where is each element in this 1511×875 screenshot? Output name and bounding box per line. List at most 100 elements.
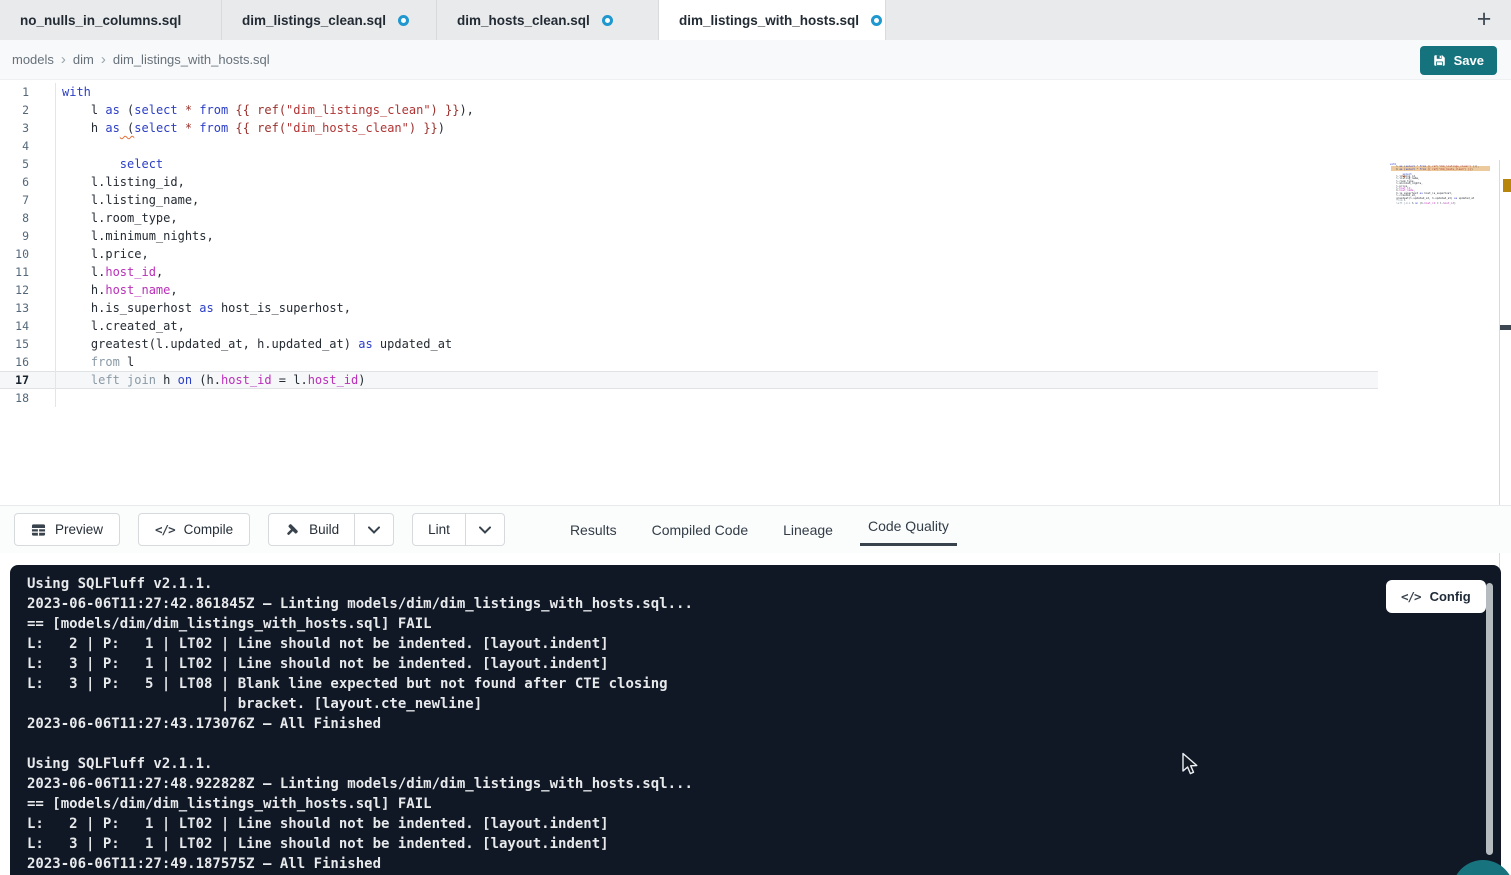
code-line-text: h.is_superhost as host_is_superhost, xyxy=(56,299,351,317)
code-brackets-icon: </> xyxy=(155,522,175,537)
code-line-6[interactable]: 6 l.listing_id, xyxy=(0,173,1511,191)
save-button[interactable]: Save xyxy=(1420,46,1497,75)
code-line-5[interactable]: 5 select xyxy=(0,155,1511,173)
terminal-line: == [models/dim/dim_listings_with_hosts.s… xyxy=(27,614,1501,634)
editor-toolbar: Preview </> Compile Build xyxy=(0,505,1511,553)
floppy-disk-icon xyxy=(1433,54,1446,67)
config-button[interactable]: </> Config xyxy=(1386,580,1486,613)
line-number: 3 xyxy=(0,119,56,137)
tab-results[interactable]: Results xyxy=(568,522,619,538)
line-number: 15 xyxy=(0,335,56,353)
tab-code-quality[interactable]: Code Quality xyxy=(866,518,951,534)
code-line-7[interactable]: 7 l.listing_name, xyxy=(0,191,1511,209)
file-tab-label: dim_hosts_clean.sql xyxy=(457,13,590,28)
file-tab-dim_hosts_clean.sql[interactable]: dim_hosts_clean.sql xyxy=(437,0,659,40)
hammer-icon xyxy=(284,522,300,538)
terminal-line: L: 2 | P: 1 | LT02 | Line should not be … xyxy=(27,814,1501,834)
new-tab-button[interactable]: + xyxy=(1469,4,1499,34)
code-line-text: with xyxy=(56,83,91,101)
code-editor[interactable]: 1with2 l as (select * from {{ ref("dim_l… xyxy=(0,80,1511,505)
tab-compiled-code[interactable]: Compiled Code xyxy=(650,522,751,538)
code-line-17[interactable]: 17 left join h on (h.host_id = l.host_id… xyxy=(0,371,1378,389)
build-dropdown-button[interactable] xyxy=(354,514,393,545)
terminal-line: 2023-06-06T11:27:48.922828Z — Linting mo… xyxy=(27,774,1501,794)
code-line-15[interactable]: 15 greatest(l.updated_at, h.updated_at) … xyxy=(0,335,1511,353)
line-number: 6 xyxy=(0,173,56,191)
config-button-label: Config xyxy=(1430,589,1471,604)
terminal-line: L: 3 | P: 5 | LT08 | Blank line expected… xyxy=(27,674,1501,694)
code-line-text: l.price, xyxy=(56,245,149,263)
code-line-2[interactable]: 2 l as (select * from {{ ref("dim_listin… xyxy=(0,101,1511,119)
terminal-line: L: 2 | P: 1 | LT02 | Line should not be … xyxy=(27,634,1501,654)
tab-lineage[interactable]: Lineage xyxy=(781,522,835,538)
code-line-13[interactable]: 13 h.is_superhost as host_is_superhost, xyxy=(0,299,1511,317)
line-number: 13 xyxy=(0,299,56,317)
build-button-group: Build xyxy=(268,513,394,546)
chevron-right-icon: › xyxy=(101,51,106,68)
code-line-10[interactable]: 10 l.price, xyxy=(0,245,1511,263)
code-line-text: greatest(l.updated_at, h.updated_at) as … xyxy=(56,335,452,353)
code-line-text: l as (select * from {{ ref("dim_listings… xyxy=(56,101,474,119)
code-line-1[interactable]: 1with xyxy=(0,83,1511,101)
breadcrumb-file[interactable]: dim_listings_with_hosts.sql xyxy=(113,52,270,67)
code-line-9[interactable]: 9 l.minimum_nights, xyxy=(0,227,1511,245)
code-line-text xyxy=(56,389,62,407)
lint-button-group: Lint xyxy=(412,513,505,546)
code-line-text: l.minimum_nights, xyxy=(56,227,214,245)
lint-warning-marker xyxy=(1503,179,1511,192)
results-tab-bar: Results Compiled Code Lineage Code Quali… xyxy=(568,506,951,553)
lint-dropdown-button[interactable] xyxy=(465,514,504,545)
terminal-line xyxy=(27,734,1501,754)
file-tab-dim_listings_clean.sql[interactable]: dim_listings_clean.sql xyxy=(222,0,437,40)
code-line-text: l.listing_name, xyxy=(56,191,199,209)
code-line-12[interactable]: 12 h.host_name, xyxy=(0,281,1511,299)
terminal-scrollbar-thumb[interactable] xyxy=(1486,583,1493,855)
line-number: 11 xyxy=(0,263,56,281)
line-number: 17 xyxy=(0,371,56,389)
save-button-label: Save xyxy=(1454,53,1484,68)
breadcrumb-dim[interactable]: dim xyxy=(73,52,94,67)
lint-button[interactable]: Lint xyxy=(413,514,465,545)
code-line-18[interactable]: 18 xyxy=(0,389,1511,407)
editor-scrollbar-thumb[interactable] xyxy=(1500,325,1511,330)
compile-button[interactable]: </> Compile xyxy=(138,513,250,546)
code-line-text xyxy=(56,137,62,155)
line-number: 4 xyxy=(0,137,56,155)
preview-button-label: Preview xyxy=(55,522,103,537)
file-tab-bar: no_nulls_in_columns.sql dim_listings_clea… xyxy=(0,0,1511,40)
compile-button-label: Compile xyxy=(184,522,234,537)
code-line-text: left join h on (h.host_id = l.host_id) xyxy=(56,371,366,389)
file-tab-dim_listings_with_hosts.sql[interactable]: dim_listings_with_hosts.sql xyxy=(659,0,886,40)
line-number: 14 xyxy=(0,317,56,335)
breadcrumb-models[interactable]: models xyxy=(12,52,54,67)
code-line-8[interactable]: 8 l.room_type, xyxy=(0,209,1511,227)
code-line-text: l.host_id, xyxy=(56,263,163,281)
code-line-text: l.room_type, xyxy=(56,209,178,227)
file-tab-label: no_nulls_in_columns.sql xyxy=(20,13,181,28)
terminal-line: L: 3 | P: 1 | LT02 | Line should not be … xyxy=(27,654,1501,674)
preview-button[interactable]: Preview xyxy=(14,513,120,546)
file-tab-no_nulls_in_columns.sql[interactable]: no_nulls_in_columns.sql xyxy=(0,0,222,40)
line-number: 16 xyxy=(0,353,56,371)
terminal-line: 2023-06-06T11:27:49.187575Z — All Finish… xyxy=(27,854,1501,874)
code-line-text: l.listing_id, xyxy=(56,173,185,191)
code-line-16[interactable]: 16 from l xyxy=(0,353,1511,371)
code-line-4[interactable]: 4 xyxy=(0,137,1511,155)
line-number: 18 xyxy=(0,389,56,407)
terminal-line: == [models/dim/dim_listings_with_hosts.s… xyxy=(27,794,1501,814)
terminal-line: | bracket. [layout.cte_newline] xyxy=(27,694,1501,714)
code-line-14[interactable]: 14 l.created_at, xyxy=(0,317,1511,335)
build-button[interactable]: Build xyxy=(269,514,354,545)
line-number: 7 xyxy=(0,191,56,209)
lint-button-label: Lint xyxy=(428,522,450,537)
breadcrumb-bar: models › dim › dim_listings_with_hosts.s… xyxy=(0,40,1511,80)
code-line-text: l.created_at, xyxy=(56,317,185,335)
code-line-11[interactable]: 11 l.host_id, xyxy=(0,263,1511,281)
code-line-3[interactable]: 3 h as (select * from {{ ref("dim_hosts_… xyxy=(0,119,1511,137)
line-number: 2 xyxy=(0,101,56,119)
line-number: 8 xyxy=(0,209,56,227)
code-brackets-icon: </> xyxy=(1401,589,1421,604)
terminal-line: Using SQLFluff v2.1.1. xyxy=(27,754,1501,774)
editor-minimap[interactable]: with l as (select * from {{ ref("dim_lis… xyxy=(1390,164,1464,207)
ide-window: no_nulls_in_columns.sql dim_listings_clea… xyxy=(0,0,1511,875)
